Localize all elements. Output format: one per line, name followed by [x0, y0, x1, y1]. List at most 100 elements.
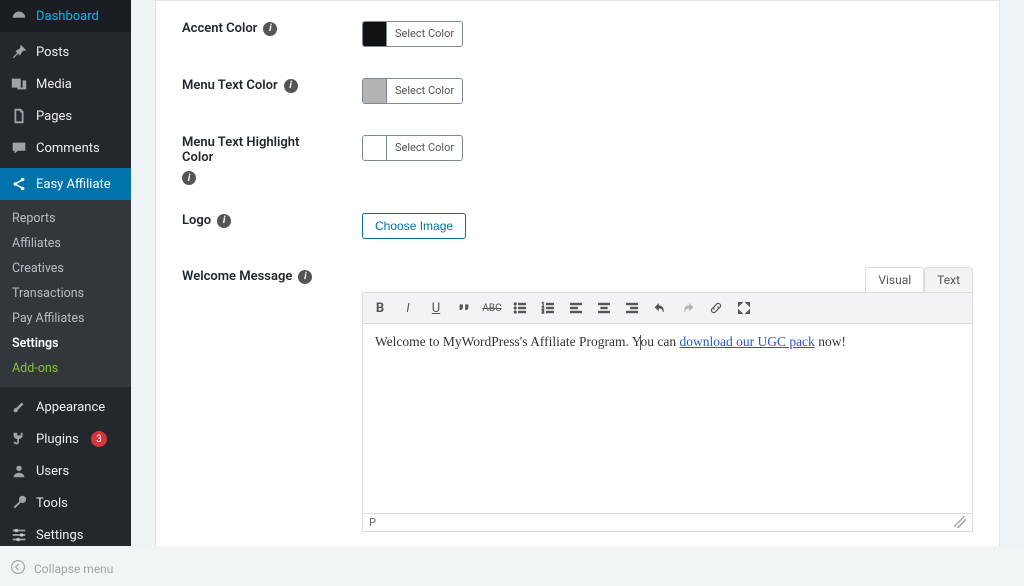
choose-image-button[interactable]: Choose Image [362, 213, 466, 239]
page-icon [10, 107, 28, 125]
nav-label: Comments [36, 141, 100, 156]
editor-toolbar: B I U ABC 123 [362, 292, 973, 324]
nav-tools[interactable]: Tools [0, 487, 131, 519]
color-swatch [363, 79, 387, 103]
svg-text:3: 3 [542, 310, 545, 316]
menu-highlight-color-picker[interactable]: Select Color [362, 135, 463, 161]
fullscreen-button[interactable] [733, 297, 755, 319]
field-accent-color: Accent Color i Select Color [182, 7, 973, 64]
bold-button[interactable]: B [369, 297, 391, 319]
editor-text: now! [815, 334, 846, 349]
content-area: Accent Color i Select Color Menu Text Co… [131, 0, 1024, 546]
nav-comments[interactable]: Comments [0, 132, 131, 164]
editor-text: ou can [640, 334, 679, 349]
nav-pages[interactable]: Pages [0, 100, 131, 132]
nav-dashboard[interactable]: Dashboard [0, 0, 131, 32]
redo-button[interactable] [677, 297, 699, 319]
info-icon[interactable]: i [298, 270, 312, 284]
blockquote-button[interactable] [453, 297, 475, 319]
nav-users[interactable]: Users [0, 455, 131, 487]
resize-handle[interactable] [954, 516, 966, 528]
field-label-text: Logo [182, 213, 211, 228]
media-icon [10, 75, 28, 93]
comment-icon [10, 139, 28, 157]
editor-text: Welcome to MyWordPress's Affiliate Progr… [375, 334, 641, 349]
numbered-list-button[interactable]: 123 [537, 297, 559, 319]
field-welcome-message: Welcome Message i Visual Text B I U ABC … [182, 253, 973, 546]
sub-addons[interactable]: Add-ons [0, 356, 131, 381]
nav-label: Plugins [36, 432, 79, 447]
italic-button[interactable]: I [397, 297, 419, 319]
info-icon[interactable]: i [263, 22, 277, 36]
select-color-button[interactable]: Select Color [387, 136, 462, 160]
nav-plugins[interactable]: Plugins 3 [0, 423, 131, 455]
accent-color-picker[interactable]: Select Color [362, 21, 463, 47]
menu-text-color-picker[interactable]: Select Color [362, 78, 463, 104]
field-label-text: Accent Color [182, 21, 257, 36]
editor-tab-text[interactable]: Text [924, 267, 973, 292]
admin-sidebar: Dashboard Posts Media Pages Comments Eas… [0, 0, 131, 546]
sub-settings[interactable]: Settings [0, 331, 131, 356]
editor-status-bar: P [362, 514, 973, 532]
sub-pay-affiliates[interactable]: Pay Affiliates [0, 306, 131, 331]
wrench-icon [10, 494, 28, 512]
affiliate-icon [10, 175, 28, 193]
nav-label: Tools [36, 496, 68, 511]
editor-tab-visual[interactable]: Visual [865, 267, 924, 292]
dashboard-icon [10, 7, 28, 25]
pin-icon [10, 43, 28, 61]
field-logo: Logo i Choose Image [182, 199, 973, 253]
info-icon[interactable]: i [217, 214, 231, 228]
align-right-button[interactable] [621, 297, 643, 319]
editor-path: P [369, 516, 376, 529]
nav-label: Appearance [36, 400, 105, 415]
underline-button[interactable]: U [425, 297, 447, 319]
editor-link[interactable]: download our UGC pack [679, 334, 814, 349]
rich-text-editor: Visual Text B I U ABC 123 [362, 267, 973, 532]
sub-affiliates[interactable]: Affiliates [0, 231, 131, 256]
plug-icon [10, 430, 28, 448]
strikethrough-button[interactable]: ABC [481, 297, 503, 319]
editor-content[interactable]: Welcome to MyWordPress's Affiliate Progr… [362, 324, 973, 514]
nav-label: Settings [36, 528, 83, 543]
field-menu-highlight-color: Menu Text Highlight Color i Select Color [182, 121, 973, 199]
sub-transactions[interactable]: Transactions [0, 281, 131, 306]
brush-icon [10, 398, 28, 416]
align-center-button[interactable] [593, 297, 615, 319]
settings-sliders-icon [10, 526, 28, 544]
nav-appearance[interactable]: Appearance [0, 391, 131, 423]
info-icon[interactable]: i [284, 79, 298, 93]
collapse-menu[interactable]: Collapse menu [0, 551, 131, 586]
nav-label: Dashboard [36, 9, 99, 24]
sub-creatives[interactable]: Creatives [0, 256, 131, 281]
plugin-update-badge: 3 [91, 431, 107, 447]
color-swatch [363, 136, 387, 160]
nav-label: Posts [36, 45, 69, 60]
link-button[interactable] [705, 297, 727, 319]
info-icon[interactable]: i [182, 171, 196, 185]
nav-settings[interactable]: Settings [0, 519, 131, 551]
select-color-button[interactable]: Select Color [387, 22, 462, 46]
sub-reports[interactable]: Reports [0, 206, 131, 231]
color-swatch [363, 22, 387, 46]
collapse-label: Collapse menu [34, 562, 113, 576]
nav-label: Users [36, 464, 69, 479]
collapse-icon [10, 559, 26, 578]
settings-panel: Accent Color i Select Color Menu Text Co… [155, 0, 1000, 546]
select-color-button[interactable]: Select Color [387, 79, 462, 103]
nav-media[interactable]: Media [0, 68, 131, 100]
undo-button[interactable] [649, 297, 671, 319]
field-label-text: Welcome Message [182, 269, 292, 284]
nav-label: Media [36, 77, 72, 92]
nav-label: Pages [36, 109, 72, 124]
nav-posts[interactable]: Posts [0, 36, 131, 68]
submenu: Reports Affiliates Creatives Transaction… [0, 200, 131, 387]
field-label-text: Menu Text Highlight Color [182, 135, 332, 165]
nav-easy-affiliate[interactable]: Easy Affiliate [0, 168, 131, 200]
nav-label: Easy Affiliate [36, 177, 111, 192]
field-label-text: Menu Text Color [182, 78, 278, 93]
field-menu-text-color: Menu Text Color i Select Color [182, 64, 973, 121]
bullet-list-button[interactable] [509, 297, 531, 319]
align-left-button[interactable] [565, 297, 587, 319]
user-icon [10, 462, 28, 480]
